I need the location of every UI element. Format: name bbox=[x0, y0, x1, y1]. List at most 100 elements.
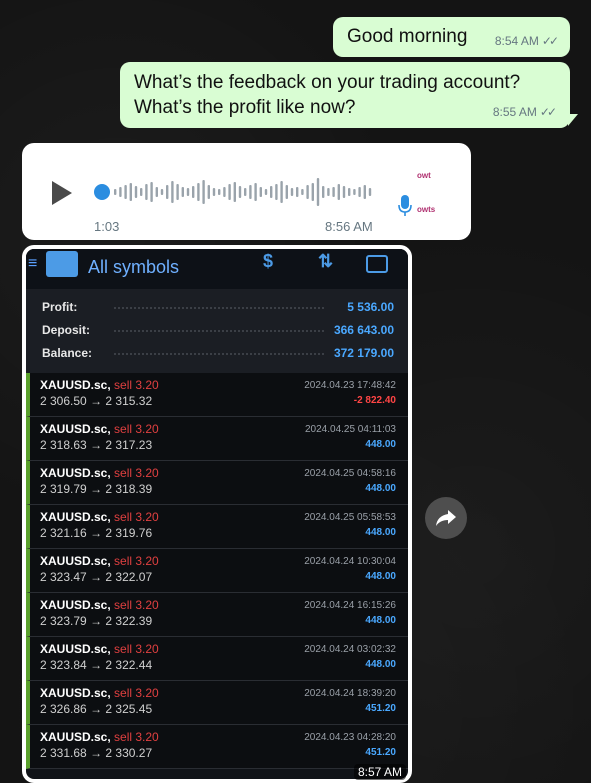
waveform-bar bbox=[176, 184, 179, 200]
read-receipt-icon: ✓✓ bbox=[539, 105, 557, 119]
voice-message-bubble[interactable]: 1:03 8:56 AM owt owts bbox=[22, 143, 471, 240]
message-time: 8:54 AM bbox=[494, 34, 539, 48]
close-price: 2 322.07 bbox=[105, 570, 153, 584]
trade-side: sell 3.20 bbox=[114, 642, 159, 656]
voice-time: 8:56 AM bbox=[325, 219, 373, 234]
waveform-bar bbox=[238, 186, 242, 198]
arrow-icon: → bbox=[90, 702, 103, 716]
waveform-bar bbox=[207, 185, 210, 199]
open-price: 2 323.84 bbox=[40, 658, 87, 672]
waveform-bar bbox=[264, 189, 268, 195]
waveform[interactable] bbox=[114, 175, 374, 209]
message-text: Good morning bbox=[347, 26, 468, 47]
trade-pnl: 448.00 bbox=[365, 615, 396, 626]
trade-row: XAUUSD.sc, sell 3.20 2 331.68 → 2 330.27 2… bbox=[26, 725, 408, 769]
trade-row: XAUUSD.sc, sell 3.20 2 319.79 → 2 318.39 2… bbox=[26, 461, 408, 505]
trade-prices: 2 323.84 → 2 322.44 bbox=[40, 658, 152, 672]
arrow-icon: → bbox=[90, 746, 103, 760]
app-logo-icon bbox=[46, 251, 78, 277]
trade-date: 2024.04.25 05:58:53 bbox=[304, 512, 396, 523]
trade-side: sell 3.20 bbox=[114, 730, 159, 744]
symbol-name: XAUUSD.sc, bbox=[40, 466, 111, 480]
trade-pnl: 448.00 bbox=[365, 659, 396, 670]
dot-leader bbox=[114, 353, 324, 355]
waveform-bar bbox=[134, 186, 138, 198]
waveform-bar bbox=[363, 185, 366, 199]
message-line-2: What’s the profit like now? bbox=[134, 97, 356, 118]
message-bubble-feedback[interactable]: What’s the feedback on your trading acco… bbox=[120, 62, 578, 128]
waveform-bar bbox=[129, 183, 132, 201]
sender-logo-text: owt bbox=[417, 171, 431, 180]
waveform-bar bbox=[332, 187, 335, 197]
symbol-name: XAUUSD.sc, bbox=[40, 730, 111, 744]
trade-date: 2024.04.25 04:11:03 bbox=[304, 424, 396, 435]
message-meta: 8:55 AM ✓✓ bbox=[493, 105, 557, 119]
waveform-bar bbox=[342, 186, 346, 198]
trade-side: sell 3.20 bbox=[114, 378, 159, 392]
forward-button[interactable] bbox=[425, 497, 467, 539]
trade-symbol: XAUUSD.sc, sell 3.20 bbox=[40, 686, 159, 700]
trade-side: sell 3.20 bbox=[114, 686, 159, 700]
summary-label: Deposit: bbox=[42, 323, 90, 337]
app-toolbar: ≡ All symbols $ ⇅ bbox=[26, 249, 408, 289]
open-price: 2 319.79 bbox=[40, 482, 87, 496]
window-icon bbox=[366, 255, 388, 273]
trade-row: XAUUSD.sc, sell 3.20 2 323.47 → 2 322.07 2… bbox=[26, 549, 408, 593]
arrow-icon: → bbox=[90, 526, 103, 540]
trade-pnl: 451.20 bbox=[365, 703, 396, 714]
trade-symbol: XAUUSD.sc, sell 3.20 bbox=[40, 378, 159, 392]
waveform-bar bbox=[140, 188, 143, 196]
arrow-icon: → bbox=[90, 658, 103, 672]
waveform-bar bbox=[316, 178, 320, 206]
symbol-name: XAUUSD.sc, bbox=[40, 642, 111, 656]
waveform-bar bbox=[218, 189, 221, 195]
waveform-bar bbox=[368, 188, 372, 196]
voice-duration: 1:03 bbox=[94, 219, 120, 234]
trade-side: sell 3.20 bbox=[114, 422, 159, 436]
arrow-icon: → bbox=[90, 570, 103, 584]
image-message-bubble[interactable]: ≡ All symbols $ ⇅ Profit: 5 536.00 Depos… bbox=[22, 245, 412, 783]
waveform-bar bbox=[348, 188, 351, 196]
trade-prices: 2 321.16 → 2 319.76 bbox=[40, 526, 152, 540]
summary-value: 5 536.00 bbox=[347, 300, 394, 314]
waveform-bar bbox=[124, 185, 127, 199]
trade-pnl: 448.00 bbox=[365, 483, 396, 494]
dot-leader bbox=[114, 307, 324, 309]
trade-pnl: 451.20 bbox=[365, 747, 396, 758]
play-icon[interactable] bbox=[52, 181, 72, 205]
trade-pnl: 448.00 bbox=[365, 439, 396, 450]
trade-pnl: 448.00 bbox=[365, 571, 396, 582]
open-price: 2 306.50 bbox=[40, 394, 87, 408]
waveform-bar bbox=[192, 186, 195, 198]
symbol-name: XAUUSD.sc, bbox=[40, 510, 111, 524]
playback-scrubber[interactable] bbox=[94, 184, 110, 200]
waveform-bar bbox=[280, 181, 283, 203]
waveform-bar bbox=[181, 187, 184, 197]
message-bubble-good-morning[interactable]: Good morning 8:54 AM ✓✓ bbox=[333, 17, 570, 57]
symbol-name: XAUUSD.sc, bbox=[40, 554, 111, 568]
trade-prices: 2 323.79 → 2 322.39 bbox=[40, 614, 152, 628]
trade-prices: 2 318.63 → 2 317.23 bbox=[40, 438, 152, 452]
bubble-tail bbox=[568, 114, 578, 126]
trade-prices: 2 323.47 → 2 322.07 bbox=[40, 570, 152, 584]
waveform-bar bbox=[358, 187, 361, 197]
summary-label: Profit: bbox=[42, 300, 78, 314]
trade-symbol: XAUUSD.sc, sell 3.20 bbox=[40, 422, 159, 436]
trade-date: 2024.04.24 03:02:32 bbox=[304, 644, 396, 655]
summary-value: 366 643.00 bbox=[333, 323, 394, 337]
trade-row: XAUUSD.sc, sell 3.20 2 306.50 → 2 315.32 2… bbox=[26, 373, 408, 417]
arrow-icon: → bbox=[90, 482, 103, 496]
waveform-bar bbox=[145, 184, 148, 200]
symbol-name: XAUUSD.sc, bbox=[40, 686, 111, 700]
trade-symbol: XAUUSD.sc, sell 3.20 bbox=[40, 598, 159, 612]
symbol-name: XAUUSD.sc, bbox=[40, 598, 111, 612]
read-receipt-icon: ✓✓ bbox=[541, 34, 559, 48]
waveform-bar bbox=[301, 189, 304, 195]
waveform-bar bbox=[259, 187, 262, 197]
dot-leader bbox=[114, 330, 324, 332]
toolbar-title: All symbols bbox=[88, 257, 180, 277]
sort-icon: ⇅ bbox=[318, 251, 334, 271]
image-time: 8:57 AM bbox=[353, 764, 406, 780]
trade-date: 2024.04.23 04:28:20 bbox=[304, 732, 396, 743]
arrow-icon: → bbox=[90, 614, 103, 628]
